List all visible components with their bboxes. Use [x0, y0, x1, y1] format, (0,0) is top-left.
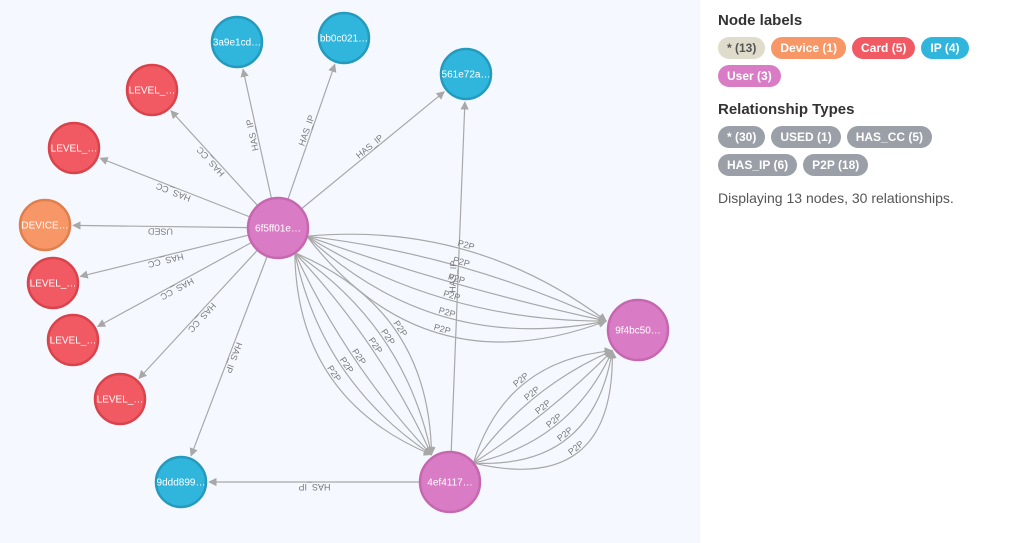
- relationship-chip[interactable]: * (30): [718, 126, 765, 148]
- node-device[interactable]: DEVICE…: [20, 200, 70, 250]
- node-card[interactable]: LEVEL_…: [127, 65, 177, 115]
- node-user[interactable]: 9f4bc50…: [608, 300, 668, 360]
- node-user[interactable]: 6f5ff01e…: [248, 198, 308, 258]
- node-card[interactable]: LEVEL_…: [28, 258, 78, 308]
- node-ip[interactable]: 3a9e1cd…: [212, 17, 262, 67]
- edge-label: HAS_IP: [354, 133, 385, 161]
- edge-label: HAS_CC: [194, 144, 226, 178]
- node-ip[interactable]: 561e72a…: [441, 49, 491, 99]
- label-chip-device[interactable]: Device (1): [771, 37, 846, 59]
- summary-text: Displaying 13 nodes, 30 relationships.: [718, 190, 1010, 206]
- edge-label: HAS_CC: [154, 181, 192, 204]
- side-pane: Node labels * (13) Device (1) Card (5) IP (…: [700, 0, 1024, 543]
- edge-label: HAS_IP: [297, 114, 317, 148]
- edge-label: HAS_CC: [158, 276, 195, 302]
- label-chip-star[interactable]: * (13): [718, 37, 765, 59]
- label-chip-ip[interactable]: IP (4): [921, 37, 968, 59]
- edge-label: HAS_CC: [146, 251, 184, 269]
- edge-label: HAS_CC: [186, 301, 218, 335]
- label-chip-row: * (13) Device (1) Card (5) IP (4) User (3): [718, 37, 1010, 87]
- relationship-chip[interactable]: HAS_IP (6): [718, 154, 797, 176]
- edge-label: HAS_IP: [298, 482, 330, 492]
- relationship-chip[interactable]: P2P (18): [803, 154, 868, 176]
- relationships-heading: Relationship Types: [718, 101, 1010, 118]
- label-chip-user[interactable]: User (3): [718, 65, 781, 87]
- labels-heading: Node labels: [718, 12, 1010, 29]
- edge-label: P2P: [442, 288, 461, 302]
- edge-label: P2P: [438, 305, 457, 319]
- node-ip[interactable]: 9ddd899…: [156, 457, 206, 507]
- node-card[interactable]: LEVEL_…: [95, 374, 145, 424]
- node-user[interactable]: 4ef4117…: [420, 452, 480, 512]
- relationship-chip[interactable]: HAS_CC (5): [847, 126, 932, 148]
- graph-pane[interactable]: HAS_IPHAS_IPHAS_IPHAS_CCHAS_CCUSEDHAS_CC…: [0, 0, 700, 543]
- relationship-chip[interactable]: USED (1): [771, 126, 840, 148]
- edge-label: P2P: [433, 322, 452, 336]
- edge-label: HAS_IP: [244, 118, 261, 151]
- app-root: HAS_IPHAS_IPHAS_IPHAS_CCHAS_CCUSEDHAS_CC…: [0, 0, 1024, 543]
- node-ip[interactable]: bb0c021…: [319, 13, 369, 63]
- edge-label: USED: [147, 226, 173, 236]
- node-card[interactable]: LEVEL_…: [48, 315, 98, 365]
- node-card[interactable]: LEVEL_…: [49, 123, 99, 173]
- edge-label: HAS_IP: [223, 341, 244, 374]
- relationship-chip-row: * (30) USED (1) HAS_CC (5) HAS_IP (6) P2P (1…: [718, 126, 1010, 176]
- label-chip-card[interactable]: Card (5): [852, 37, 915, 59]
- graph-canvas[interactable]: HAS_IPHAS_IPHAS_IPHAS_CCHAS_CCUSEDHAS_CC…: [0, 0, 700, 543]
